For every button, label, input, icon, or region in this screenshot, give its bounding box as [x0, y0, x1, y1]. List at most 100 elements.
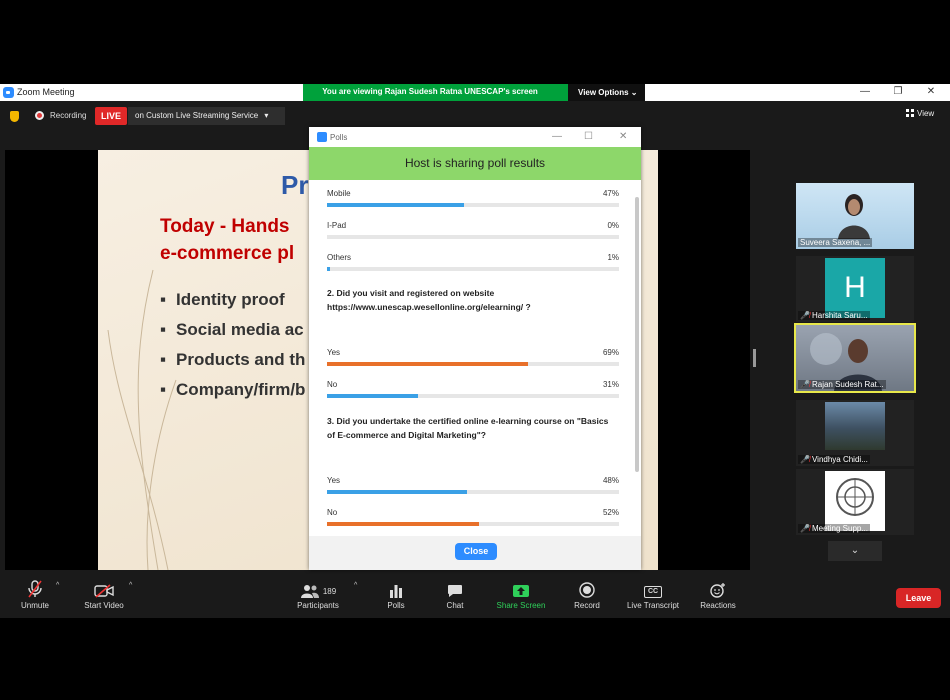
participants-icon [300, 585, 319, 598]
close-button[interactable]: Close [455, 543, 497, 560]
result-bar-track [327, 522, 619, 526]
close-icon[interactable]: ✕ [619, 131, 627, 142]
option-label: I-Pad [327, 221, 347, 230]
poll-question-3: 3. Did you undertake the certified onlin… [327, 416, 609, 440]
mic-muted-icon: 🎤̸ [800, 524, 810, 533]
option-percent: 48% [602, 476, 619, 485]
viewing-banner: You are viewing Rajan Sudesh Ratna UNESC… [303, 84, 645, 101]
result-bar-fill [327, 362, 529, 366]
caret-up-icon[interactable]: ^ [56, 582, 59, 589]
participant-name: 🎤̸ Rajan Sudesh Rat... [798, 380, 886, 389]
caret-up-icon[interactable]: ^ [129, 582, 132, 589]
slide-bullet: Identity proof [160, 290, 285, 310]
option-percent: 1% [607, 253, 619, 262]
poll-footer: Close [309, 536, 641, 570]
result-bar-track [327, 362, 619, 366]
resize-handle[interactable] [753, 349, 756, 367]
title-bar: Zoom Meeting You are viewing Rajan Sudes… [0, 84, 950, 101]
chevron-down-icon[interactable]: ⌄ [828, 541, 882, 561]
slide-bullet: Company/firm/b [160, 380, 305, 400]
unmute-button[interactable]: Unmute [14, 574, 56, 618]
minimize-icon[interactable]: — [857, 85, 873, 99]
live-badge[interactable]: LIVE [95, 107, 127, 125]
recording-label[interactable]: Recording [50, 111, 86, 120]
poll-banner: Host is sharing poll results [309, 147, 641, 180]
option-label: Others [327, 253, 352, 262]
participant-name: 🎤̸ Meeting Supp... [798, 524, 871, 533]
share-screen-button[interactable]: Share Screen [492, 574, 550, 618]
mic-muted-icon: 🎤̸ [800, 311, 810, 320]
view-button[interactable]: View [906, 109, 934, 118]
smiley-icon [710, 583, 725, 598]
grid-icon [906, 109, 914, 117]
slide-heading-line1: Today - Hands [160, 216, 290, 237]
poll-option: No 52% [327, 508, 619, 528]
poll-option: Yes 48% [327, 476, 619, 496]
chat-icon [448, 585, 462, 597]
participant-tile[interactable]: 🎤̸ Meeting Supp... [796, 469, 914, 535]
live-transcript-button[interactable]: CC Live Transcript [620, 574, 686, 618]
polls-window-title: Polls [330, 133, 348, 142]
chat-button[interactable]: Chat [440, 574, 470, 618]
participant-tile[interactable]: 🎤̸ Vindhya Chidi... [796, 400, 914, 466]
participant-count: 189 [322, 587, 337, 596]
participant-tile-active-speaker[interactable]: 🎤̸ Rajan Sudesh Rat... [794, 323, 916, 393]
polls-button[interactable]: Polls [380, 574, 412, 618]
slide-heading-line2: e-commerce pl [160, 243, 295, 264]
result-bar-fill [327, 203, 465, 207]
poll-option: Yes 69% [327, 348, 619, 368]
result-bar-track [327, 490, 619, 494]
polls-titlebar: Polls — ☐ ✕ [309, 127, 641, 147]
result-bar-fill [327, 267, 330, 271]
option-percent: 47% [602, 189, 619, 198]
caret-up-icon[interactable]: ^ [354, 582, 357, 589]
result-bar-track [327, 203, 619, 207]
window-title: Zoom Meeting [17, 87, 75, 97]
share-screen-icon [513, 585, 529, 597]
closed-caption-icon: CC [644, 586, 662, 598]
option-percent: 31% [602, 380, 619, 389]
poll-option: Mobile 47% [327, 189, 619, 209]
start-video-button[interactable]: Start Video [78, 574, 130, 618]
slide-title: Pr [281, 170, 309, 200]
stream-dropdown[interactable]: on Custom Live Streaming Service ▾ [128, 107, 285, 125]
participant-avatar [825, 402, 885, 450]
record-button[interactable]: Record [570, 574, 604, 618]
zoom-logo-icon [3, 87, 14, 98]
participant-avatar [838, 194, 870, 239]
participant-tile[interactable]: H 🎤̸ Harshita Saru... [796, 256, 914, 322]
result-bar-fill [327, 394, 418, 398]
option-percent: 52% [602, 508, 619, 517]
minimize-icon[interactable]: — [552, 131, 562, 142]
option-label: Yes [327, 348, 341, 357]
option-label: Mobile [327, 189, 351, 198]
option-percent: 69% [602, 348, 619, 357]
participant-tile[interactable]: Suveera Saxena, ... [796, 183, 914, 249]
caret-down-icon: ▾ [264, 111, 269, 120]
result-bar-track [327, 394, 619, 398]
slide-bullet: Products and th [160, 350, 305, 370]
zoom-window: Zoom Meeting You are viewing Rajan Sudes… [0, 84, 950, 618]
participant-name: Suveera Saxena, ... [798, 238, 873, 247]
result-bar-fill [327, 522, 479, 526]
view-options-button[interactable]: View Options ⌄ [568, 84, 645, 101]
mic-muted-icon: 🎤̸ [800, 380, 810, 389]
poll-option: Others 1% [327, 253, 619, 273]
meeting-toolbar: Unmute ^ Start Video ^ 189 Participants … [0, 574, 950, 618]
poll-scrollbar[interactable] [635, 197, 639, 472]
poll-option: No 31% [327, 380, 619, 400]
reactions-button[interactable]: Reactions [696, 574, 740, 618]
screen: Zoom Meeting You are viewing Rajan Sudes… [0, 0, 950, 700]
record-dot-icon [35, 111, 44, 120]
option-label: No [327, 380, 338, 389]
restore-icon[interactable]: ❐ [890, 85, 906, 99]
participant-name: 🎤̸ Harshita Saru... [798, 311, 870, 320]
result-bar-track [327, 267, 619, 271]
shield-icon[interactable] [10, 111, 19, 122]
participants-button[interactable]: 189 Participants [288, 574, 348, 618]
leave-button[interactable]: Leave [896, 588, 941, 608]
close-window-icon[interactable]: ✕ [923, 85, 939, 99]
viewing-text: You are viewing Rajan Sudesh Ratna UNESC… [322, 87, 538, 96]
maximize-icon[interactable]: ☐ [584, 131, 593, 142]
poll-results: Mobile 47% I-Pad 0% Others 1% 2. Did you… [309, 180, 641, 536]
